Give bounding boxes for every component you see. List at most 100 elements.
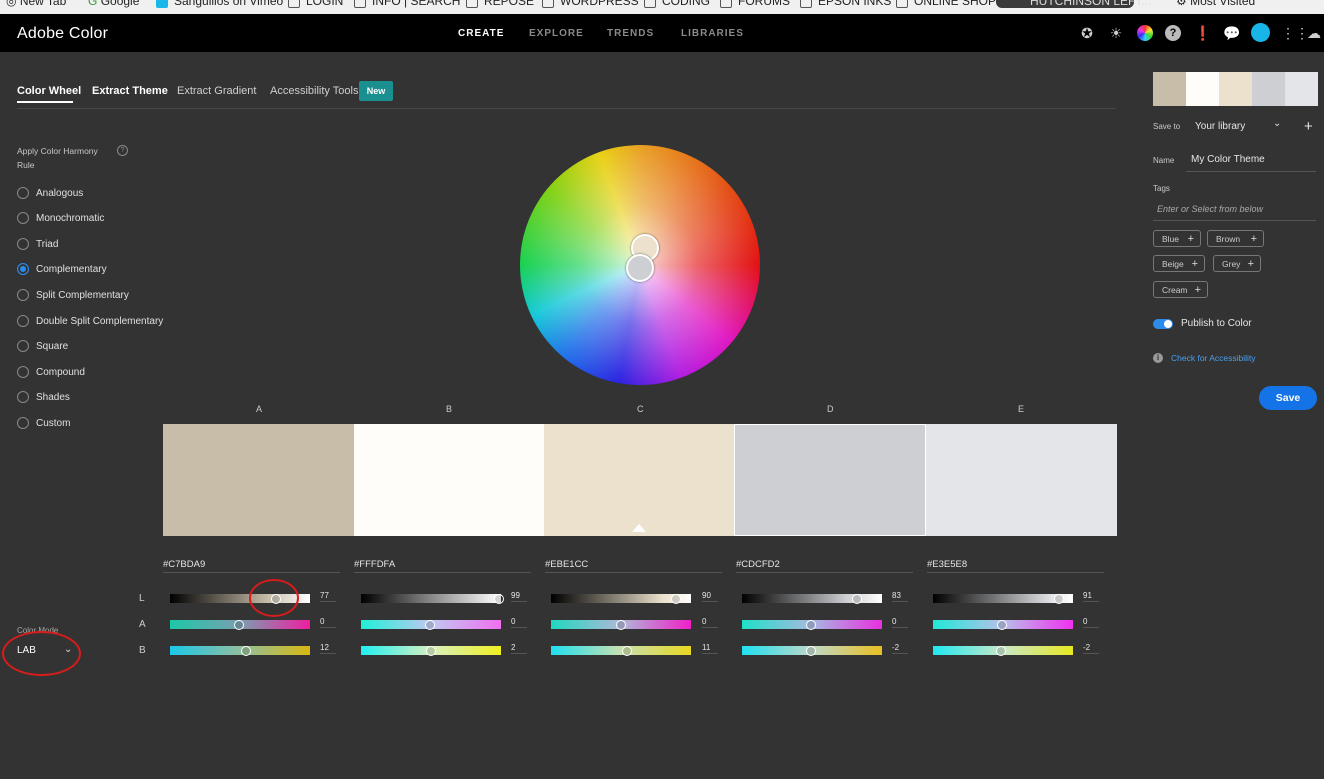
- bookmark-vimeo[interactable]: Sanguillos on Vimeo: [156, 0, 283, 8]
- apps-grid-icon[interactable]: ⋮⋮: [1281, 25, 1309, 41]
- slider-b-a-knob[interactable]: [425, 620, 435, 630]
- rule-label-complementary[interactable]: Complementary: [36, 264, 107, 275]
- slider-c-l-knob[interactable]: [671, 594, 681, 604]
- slider-b-l-knob[interactable]: [494, 594, 504, 604]
- bookmark-hutchinson[interactable]: HUTCHINSON LEFT...: [1030, 0, 1151, 8]
- hex-c[interactable]: #EBE1CC: [545, 559, 588, 570]
- value-e-b[interactable]: -2: [1083, 643, 1090, 652]
- nav-create[interactable]: CREATE: [458, 28, 504, 39]
- color-wheel-icon[interactable]: [1137, 25, 1153, 41]
- value-a-b[interactable]: 12: [320, 643, 329, 652]
- radio-compound[interactable]: [17, 366, 29, 378]
- tag-grey[interactable]: Grey +: [1213, 255, 1261, 272]
- rule-label-triad[interactable]: Triad: [36, 239, 58, 250]
- hex-e[interactable]: #E3E5E8: [927, 559, 967, 570]
- tag-beige[interactable]: Beige +: [1153, 255, 1205, 272]
- radio-complementary[interactable]: [17, 263, 29, 275]
- rule-label-square[interactable]: Square: [36, 341, 68, 352]
- slider-c-l[interactable]: [551, 594, 691, 603]
- save-button[interactable]: Save: [1259, 386, 1317, 410]
- bookmark-login[interactable]: LOGIN: [288, 0, 343, 8]
- value-d-b[interactable]: -2: [892, 643, 899, 652]
- radio-split-complementary[interactable]: [17, 289, 29, 301]
- hex-b[interactable]: #FFFDFA: [354, 559, 395, 570]
- tab-color-wheel[interactable]: Color Wheel: [17, 85, 81, 97]
- hex-d[interactable]: #CDCFD2: [736, 559, 780, 570]
- nav-libraries[interactable]: LIBRARIES: [681, 28, 744, 39]
- bookmark-new-tab[interactable]: ◎ New Tab: [6, 0, 66, 8]
- radio-custom[interactable]: [17, 417, 29, 429]
- value-b-a[interactable]: 0: [511, 617, 515, 626]
- value-e-l[interactable]: 91: [1083, 591, 1092, 600]
- value-d-a[interactable]: 0: [892, 617, 896, 626]
- help-icon[interactable]: ?: [1165, 25, 1181, 41]
- radio-monochromatic[interactable]: [17, 212, 29, 224]
- feedback-icon[interactable]: ❗: [1194, 25, 1211, 41]
- check-accessibility-link[interactable]: Check for Accessibility: [1171, 353, 1256, 363]
- slider-d-l-knob[interactable]: [852, 594, 862, 604]
- publish-toggle[interactable]: [1153, 319, 1173, 329]
- chat-icon[interactable]: 💬: [1223, 25, 1240, 41]
- swatch-a[interactable]: [163, 424, 354, 536]
- creative-cloud-icon[interactable]: ☁: [1306, 25, 1322, 41]
- value-e-a[interactable]: 0: [1083, 617, 1087, 626]
- rule-label-split-complementary[interactable]: Split Complementary: [36, 290, 129, 301]
- bookmark-most-visited[interactable]: ⚙ Most Visited: [1176, 0, 1255, 8]
- value-c-l[interactable]: 90: [702, 591, 711, 600]
- avatar[interactable]: [1251, 23, 1270, 42]
- radio-analogous[interactable]: [17, 187, 29, 199]
- rule-label-compound[interactable]: Compound: [36, 367, 85, 378]
- slider-a-a-knob[interactable]: [234, 620, 244, 630]
- radio-shades[interactable]: [17, 391, 29, 403]
- star-icon[interactable]: ✪: [1079, 25, 1095, 41]
- sun-icon[interactable]: ☀: [1108, 25, 1124, 41]
- radio-square[interactable]: [17, 340, 29, 352]
- harmony-help-icon[interactable]: ?: [117, 145, 128, 156]
- value-c-b[interactable]: 11: [702, 643, 710, 652]
- swatch-d[interactable]: [734, 424, 926, 536]
- bookmark-wordpress[interactable]: WORDPRESS: [542, 0, 639, 8]
- tab-extract-gradient[interactable]: Extract Gradient: [177, 85, 256, 97]
- swatch-c[interactable]: [544, 424, 734, 536]
- bookmark-coding[interactable]: CODING: [644, 0, 710, 8]
- slider-c-b[interactable]: [551, 646, 691, 655]
- slider-a-b-knob[interactable]: [241, 646, 251, 656]
- slider-d-a-knob[interactable]: [806, 620, 816, 630]
- slider-a-b[interactable]: [170, 646, 310, 655]
- bookmark-forums[interactable]: FORUMS: [720, 0, 790, 8]
- value-b-b[interactable]: 2: [511, 643, 515, 652]
- bookmark-epson-inks[interactable]: EPSON INKS: [800, 0, 891, 8]
- value-b-l[interactable]: 99: [511, 591, 520, 600]
- slider-c-a-knob[interactable]: [616, 620, 626, 630]
- slider-e-l[interactable]: [933, 594, 1073, 603]
- tag-brown[interactable]: Brown +: [1207, 230, 1264, 247]
- rule-label-double-split-complementary[interactable]: Double Split Complementary: [36, 316, 163, 327]
- rule-label-analogous[interactable]: Analogous: [36, 188, 83, 199]
- tag-cream[interactable]: Cream +: [1153, 281, 1208, 298]
- radio-triad[interactable]: [17, 238, 29, 250]
- swatch-b[interactable]: [354, 424, 544, 536]
- wheel-handle-complement[interactable]: [626, 254, 654, 282]
- value-c-a[interactable]: 0: [702, 617, 706, 626]
- tab-extract-theme[interactable]: Extract Theme: [92, 85, 168, 97]
- swatch-e[interactable]: [926, 424, 1117, 536]
- tags-input[interactable]: Enter or Select from below: [1157, 204, 1263, 214]
- rule-label-monochromatic[interactable]: Monochromatic: [36, 213, 104, 224]
- value-d-l[interactable]: 83: [892, 591, 901, 600]
- theme-name-input[interactable]: My Color Theme: [1191, 154, 1265, 165]
- tab-accessibility-tools[interactable]: Accessibility Tools: [270, 85, 358, 97]
- radio-double-split-complementary[interactable]: [17, 315, 29, 327]
- bookmark-google[interactable]: G Google: [88, 0, 139, 8]
- slider-b-b-knob[interactable]: [426, 646, 436, 656]
- hex-a[interactable]: #C7BDA9: [163, 559, 205, 570]
- library-select[interactable]: Your library: [1195, 121, 1245, 132]
- slider-b-l[interactable]: [361, 594, 501, 603]
- value-a-l[interactable]: 77: [320, 591, 329, 600]
- value-a-a[interactable]: 0: [320, 617, 324, 626]
- tag-blue[interactable]: Blue +: [1153, 230, 1201, 247]
- rule-label-custom[interactable]: Custom: [36, 418, 70, 429]
- rule-label-shades[interactable]: Shades: [36, 392, 70, 403]
- slider-d-b-knob[interactable]: [806, 646, 816, 656]
- add-library-button[interactable]: +: [1304, 118, 1313, 135]
- bookmark-info-search[interactable]: INFO | SEARCH: [354, 0, 460, 8]
